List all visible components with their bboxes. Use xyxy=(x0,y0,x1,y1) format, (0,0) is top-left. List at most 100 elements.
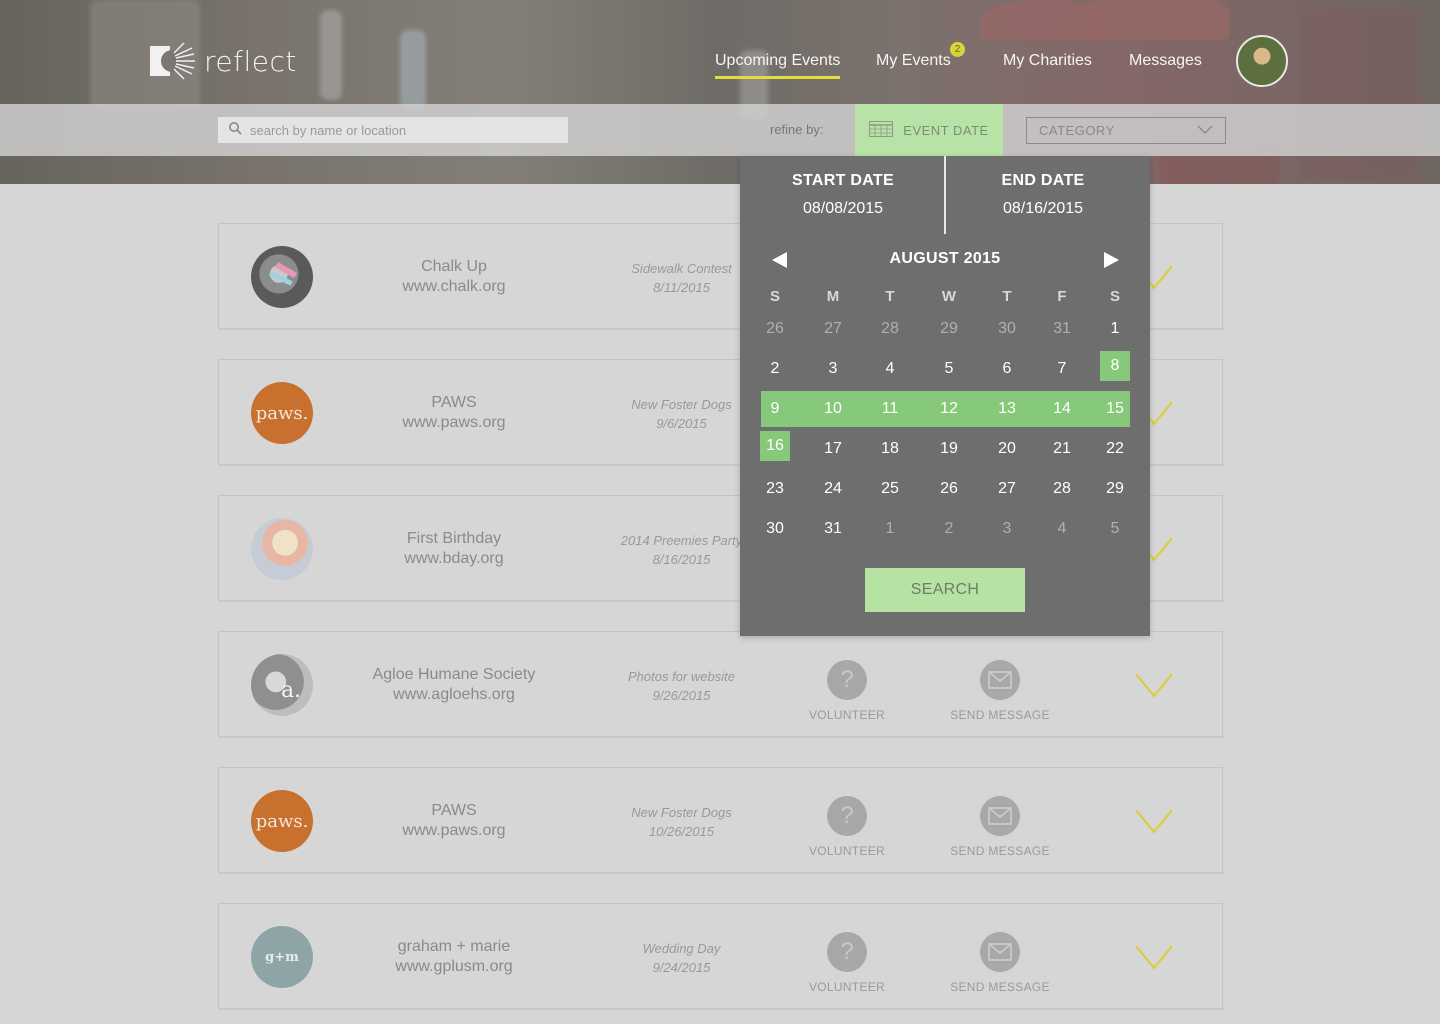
org-url[interactable]: www.bday.org xyxy=(339,550,569,568)
calendar-day[interactable]: 24 xyxy=(813,474,853,504)
org-name: PAWS xyxy=(431,802,477,819)
expand-chevron-icon[interactable] xyxy=(1134,806,1174,836)
calendar-day[interactable]: 3 xyxy=(813,354,853,384)
event-date: 9/26/2015 xyxy=(652,688,711,703)
event-date-button[interactable]: EVENT DATE xyxy=(855,104,1003,156)
org-url[interactable]: www.chalk.org xyxy=(339,278,569,296)
event-date: 9/6/2015 xyxy=(656,416,707,431)
calendar-day[interactable]: 28 xyxy=(870,314,910,344)
expand-chevron-icon[interactable] xyxy=(1134,670,1174,700)
send-message-button[interactable]: SEND MESSAGE xyxy=(950,660,1050,722)
calendar-day[interactable]: 4 xyxy=(1042,514,1082,544)
calendar-day[interactable]: 30 xyxy=(987,314,1027,344)
question-icon: ? xyxy=(827,796,867,836)
calendar-day[interactable]: 8 xyxy=(1100,351,1130,381)
event-card[interactable]: paws. PAWS www.paws.org New Foster Dogs … xyxy=(218,767,1223,873)
calendar-day[interactable]: 4 xyxy=(870,354,910,384)
calendar-day[interactable]: 30 xyxy=(755,514,795,544)
paws-logo-text: paws. xyxy=(255,810,309,832)
calendar-day[interactable]: 17 xyxy=(813,434,853,464)
calendar-day[interactable]: 29 xyxy=(929,314,969,344)
nav-my-charities[interactable]: My Charities xyxy=(1003,52,1092,70)
end-date-field[interactable]: END DATE 08/16/2015 xyxy=(943,172,1143,218)
event-title: Wedding Day xyxy=(642,941,721,956)
nav-my-events[interactable]: My Events xyxy=(876,52,951,70)
calendar-day[interactable]: 28 xyxy=(1042,474,1082,504)
calendar-day[interactable]: 18 xyxy=(870,434,910,464)
calendar-day[interactable]: 2 xyxy=(755,354,795,384)
send-message-label: SEND MESSAGE xyxy=(950,708,1050,722)
expand-chevron-icon[interactable] xyxy=(1134,942,1174,972)
send-message-button[interactable]: SEND MESSAGE xyxy=(950,796,1050,858)
my-events-badge: 2 xyxy=(950,42,965,57)
org-url[interactable]: www.paws.org xyxy=(339,414,569,432)
send-message-button[interactable]: SEND MESSAGE xyxy=(950,932,1050,994)
filter-bar: refine by: EVENT DATE CATEGORY xyxy=(0,104,1440,156)
calendar-day[interactable]: 7 xyxy=(1042,354,1082,384)
calendar-day[interactable]: 19 xyxy=(929,434,969,464)
calendar-day[interactable]: 23 xyxy=(755,474,795,504)
search-icon xyxy=(228,121,242,140)
calendar-day[interactable]: 15 xyxy=(1095,394,1135,424)
event-card[interactable]: a. Agloe Humane Society www.agloehs.org … xyxy=(218,631,1223,737)
calendar-day[interactable]: 22 xyxy=(1095,434,1135,464)
month-label: AUGUST 2015 xyxy=(889,250,1001,267)
volunteer-button[interactable]: ? VOLUNTEER xyxy=(797,932,897,994)
calendar-day[interactable]: 10 xyxy=(813,394,853,424)
calendar-day[interactable]: 13 xyxy=(987,394,1027,424)
calendar-day[interactable]: 26 xyxy=(929,474,969,504)
calendar-day[interactable]: 1 xyxy=(870,514,910,544)
calendar-day[interactable]: 1 xyxy=(1095,314,1135,344)
event-date: 9/24/2015 xyxy=(652,960,711,975)
volunteer-button[interactable]: ? VOLUNTEER xyxy=(797,796,897,858)
event-card[interactable]: g+m graham + marie www.gplusm.org Weddin… xyxy=(218,903,1223,1009)
gm-logo-text: g+m xyxy=(265,949,299,965)
calendar-day[interactable]: 25 xyxy=(870,474,910,504)
volunteer-button[interactable]: ? VOLUNTEER xyxy=(797,660,897,722)
calendar-day[interactable]: 16 xyxy=(760,431,790,461)
calendar-day[interactable]: 31 xyxy=(813,514,853,544)
calendar-day[interactable]: 29 xyxy=(1095,474,1135,504)
org-logo: g+m xyxy=(251,926,313,988)
calendar-day[interactable]: 26 xyxy=(755,314,795,344)
main-nav: Upcoming Events My Events 2 My Charities… xyxy=(0,42,1440,82)
nav-messages[interactable]: Messages xyxy=(1129,52,1202,70)
next-month-icon[interactable] xyxy=(1104,252,1119,268)
calendar-day[interactable]: 9 xyxy=(755,394,795,424)
agloe-logo-mark: a. xyxy=(280,677,302,703)
calendar-day[interactable]: 5 xyxy=(1095,514,1135,544)
end-date-label: END DATE xyxy=(1001,172,1085,189)
calendar-day[interactable]: 11 xyxy=(870,394,910,424)
user-avatar[interactable] xyxy=(1236,35,1288,87)
start-date-field[interactable]: START DATE 08/08/2015 xyxy=(743,172,943,218)
calendar-day[interactable]: 12 xyxy=(929,394,969,424)
calendar-day[interactable]: 27 xyxy=(813,314,853,344)
calendar-day[interactable]: 14 xyxy=(1042,394,1082,424)
calendar-day[interactable]: 27 xyxy=(987,474,1027,504)
calendar-day[interactable]: 6 xyxy=(987,354,1027,384)
paws-logo-text: paws. xyxy=(255,402,309,424)
org-url[interactable]: www.agloehs.org xyxy=(339,686,569,704)
org-name: Chalk Up xyxy=(421,258,487,275)
org-url[interactable]: www.gplusm.org xyxy=(339,958,569,976)
event-title: Photos for website xyxy=(628,669,735,684)
hero-banner: reflect Upcoming Events My Events 2 My C… xyxy=(0,0,1440,184)
calendar-day[interactable]: 2 xyxy=(929,514,969,544)
event-date: 8/11/2015 xyxy=(653,280,710,295)
volunteer-label: VOLUNTEER xyxy=(808,708,886,722)
envelope-icon xyxy=(980,660,1020,700)
calendar-day[interactable]: 31 xyxy=(1042,314,1082,344)
nav-upcoming-events[interactable]: Upcoming Events xyxy=(715,52,841,79)
org-logo xyxy=(251,518,313,580)
chevron-down-icon xyxy=(1197,123,1213,138)
search-input[interactable] xyxy=(250,122,560,138)
org-url[interactable]: www.paws.org xyxy=(339,822,569,840)
calendar-day[interactable]: 5 xyxy=(929,354,969,384)
calendar-day[interactable]: 3 xyxy=(987,514,1027,544)
calendar-day[interactable]: 20 xyxy=(987,434,1027,464)
event-date: 10/26/2015 xyxy=(648,824,715,839)
calendar-search-button[interactable]: SEARCH xyxy=(865,568,1025,612)
category-select[interactable]: CATEGORY xyxy=(1026,117,1226,144)
calendar-day[interactable]: 21 xyxy=(1042,434,1082,464)
question-icon: ? xyxy=(827,932,867,972)
